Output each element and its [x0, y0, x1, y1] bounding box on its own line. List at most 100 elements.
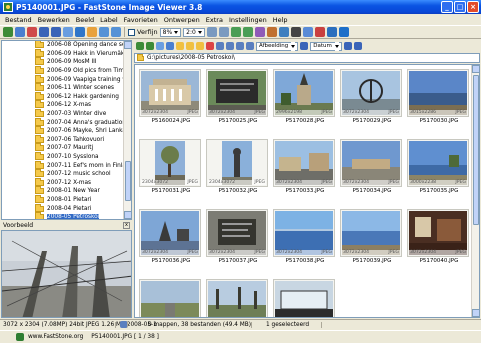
scroll-up-button[interactable]	[472, 65, 479, 73]
scroll-thumb[interactable]	[473, 75, 479, 225]
menu-bestand[interactable]: Bestand	[2, 16, 35, 24]
menu-ontwerpen[interactable]: Ontwerpen	[161, 16, 203, 24]
path-bar[interactable]: G:\pictures\2008-05 Petroskoi\	[134, 53, 480, 63]
full-screen-icon[interactable]	[353, 42, 362, 50]
sort-primary-select[interactable]: Afbeelding	[256, 41, 299, 51]
refresh-icon[interactable]	[166, 42, 174, 50]
folder-tree-item[interactable]: 2007-11 Eef's mom in Finland	[2, 160, 131, 170]
folder-tree-item[interactable]: 2006-09 Vaapiga training weeke	[2, 74, 131, 84]
thumbnail-item[interactable]: 3072x2304 JPEG P5160024.JPG	[139, 69, 203, 124]
folder-tree-scrollbar[interactable]	[123, 41, 131, 219]
folder-tree-item[interactable]: 2008-05 Petroskoi	[2, 212, 131, 219]
folder-tree-item[interactable]: 2006-11 Winter scenes	[2, 83, 131, 93]
thumbnails-view-icon[interactable]	[216, 42, 224, 50]
filter-icon[interactable]	[246, 42, 254, 50]
thumbnail-item[interactable]: 3072x2304 JPEG P5170029.JPG	[340, 69, 404, 124]
folder-tree-item[interactable]: 2007-10 Sysslona	[2, 152, 131, 162]
refresh-icon[interactable]	[15, 27, 25, 37]
folder-tree-item[interactable]: 2007-06 Mayke, Shri Lanka	[2, 126, 131, 136]
ratio-select[interactable]: 2:0	[183, 27, 205, 37]
zoom-in-icon[interactable]	[111, 27, 121, 37]
back-icon[interactable]	[39, 27, 49, 37]
rotate-left-icon[interactable]	[230, 27, 241, 37]
folder-tree-item[interactable]: 2006-09 Hakk in Vierumäki	[2, 48, 131, 59]
menu-beeld[interactable]: Beeld	[73, 16, 97, 24]
menu-help[interactable]: Help	[270, 16, 291, 24]
folder-tree-item[interactable]: 2008-01 New Year	[2, 186, 131, 196]
thumbnail-item[interactable]: 3072x2304 JPEG P5170033.JPG	[273, 139, 337, 194]
menu-extra[interactable]: Extra	[203, 16, 226, 24]
folder-tree-item[interactable]: 2008-04 Pietari	[2, 203, 131, 213]
zoom-out-icon[interactable]	[99, 27, 109, 37]
menu-instellingen[interactable]: Instellingen	[226, 16, 270, 24]
delete-icon[interactable]	[206, 42, 214, 50]
menu-favorieten[interactable]: Favorieten	[121, 16, 161, 24]
list-view-icon[interactable]	[226, 42, 234, 50]
folder-tree-item[interactable]: 2006-08 Opening dance season	[2, 41, 131, 50]
up-folder-icon[interactable]	[63, 27, 73, 37]
back-icon[interactable]	[136, 42, 144, 50]
fit-icon[interactable]	[120, 321, 128, 328]
maximize-button[interactable]: □	[454, 1, 466, 13]
folder-tree-item[interactable]: 2007-03 Winter dive	[2, 109, 131, 119]
thumbnail-item[interactable]: 3072x2304 JPEG P5170040.JPG	[407, 209, 471, 264]
folder-tree-item[interactable]: 2007-04 Anna's graduation	[2, 117, 131, 127]
open-folder-icon[interactable]	[3, 27, 13, 37]
email-icon[interactable]	[278, 27, 289, 37]
folder-tree-item[interactable]: 2007-07 Mauritj	[2, 143, 131, 153]
delete-icon[interactable]	[27, 27, 37, 37]
thumbnail-item[interactable]: 2304x3072 JPEG P5170031.JPG	[139, 139, 203, 194]
folder-tree-item[interactable]: 2006-09 MosM III	[2, 57, 131, 67]
thumbnail-item[interactable]: 3072x2304 JPEG P5170039.JPG	[340, 209, 404, 264]
folder-tree-item[interactable]: 2008-01 Pietari	[2, 194, 131, 205]
rotate-right-icon[interactable]	[242, 27, 253, 37]
slideshow-icon[interactable]	[87, 27, 97, 37]
close-preview-button[interactable]: x	[123, 222, 130, 229]
thumbnail-item[interactable]	[206, 279, 270, 317]
actual-size-icon[interactable]	[218, 27, 229, 37]
thumbnail-item[interactable]: 2304x3072 JPEG P5170032.JPG	[206, 139, 270, 194]
print-icon[interactable]	[290, 27, 301, 37]
footer-site[interactable]: www.FastStone.org	[24, 334, 87, 340]
up-folder-icon[interactable]	[156, 42, 164, 50]
scroll-down-button[interactable]	[124, 211, 131, 219]
forward-icon[interactable]	[146, 42, 154, 50]
folder-tree-item[interactable]: 2006-09 Old pics from Timo's ca	[2, 66, 131, 76]
menu-bewerken[interactable]: Bewerken	[35, 16, 73, 24]
thumbnail-item[interactable]: 3072x2304 JPEG P5170025.JPG	[206, 69, 270, 124]
verfijn-checkbox[interactable]	[128, 28, 135, 36]
thumbnail-item[interactable]: 3072x2304 JPEG P5170034.JPG	[340, 139, 404, 194]
move-to-icon[interactable]	[196, 42, 204, 50]
scroll-down-button[interactable]	[472, 309, 479, 317]
menu-label[interactable]: Label	[97, 16, 121, 24]
sort-secondary-select[interactable]: Datum	[310, 41, 342, 51]
thumbnail-item[interactable]: 2996x2198 JPEG P5170028.JPG	[273, 69, 337, 124]
forward-icon[interactable]	[51, 27, 61, 37]
thumb-size-icon[interactable]	[343, 42, 352, 50]
sort-direction-icon[interactable]	[300, 42, 309, 50]
folder-tree-item[interactable]: 2007-12 music school	[2, 169, 131, 179]
scroll-up-button[interactable]	[124, 41, 131, 49]
minimize-button[interactable]: _	[441, 1, 453, 13]
help-icon[interactable]	[338, 27, 349, 37]
thumbnail-item[interactable]	[273, 279, 337, 317]
thumbnail-scrollbar[interactable]	[471, 65, 479, 317]
resize-icon[interactable]	[266, 27, 277, 37]
folder-tree-item[interactable]: 2006-12 X-mas	[2, 100, 131, 110]
red-eye-icon[interactable]	[314, 27, 325, 37]
folder-tree-item[interactable]: 2006-12 Hakk gardening	[2, 91, 131, 102]
thumbnail-item[interactable]: 3015x2286 JPEG P5170030.JPG	[407, 69, 471, 124]
fit-window-icon[interactable]	[206, 27, 217, 37]
crop-icon[interactable]	[254, 27, 265, 37]
thumbnail-item[interactable]: 3072x2304 JPEG P5170038.JPG	[273, 209, 337, 264]
thumbnail-item[interactable]: 3072x2304 JPEG P5170036.JPG	[139, 209, 203, 264]
copy-to-icon[interactable]	[186, 42, 194, 50]
thumbnail-item[interactable]: 3072x2304 JPEG P5170037.JPG	[206, 209, 270, 264]
settings-icon[interactable]	[326, 27, 337, 37]
thumbnail-item[interactable]: 3000x2238 JPEG P5170035.JPG	[407, 139, 471, 194]
close-button[interactable]: ×	[467, 1, 479, 13]
new-folder-icon[interactable]	[176, 42, 184, 50]
thumbnail-item[interactable]	[139, 279, 203, 317]
home-icon[interactable]	[75, 27, 85, 37]
zoom-select[interactable]: 8%	[159, 27, 182, 37]
